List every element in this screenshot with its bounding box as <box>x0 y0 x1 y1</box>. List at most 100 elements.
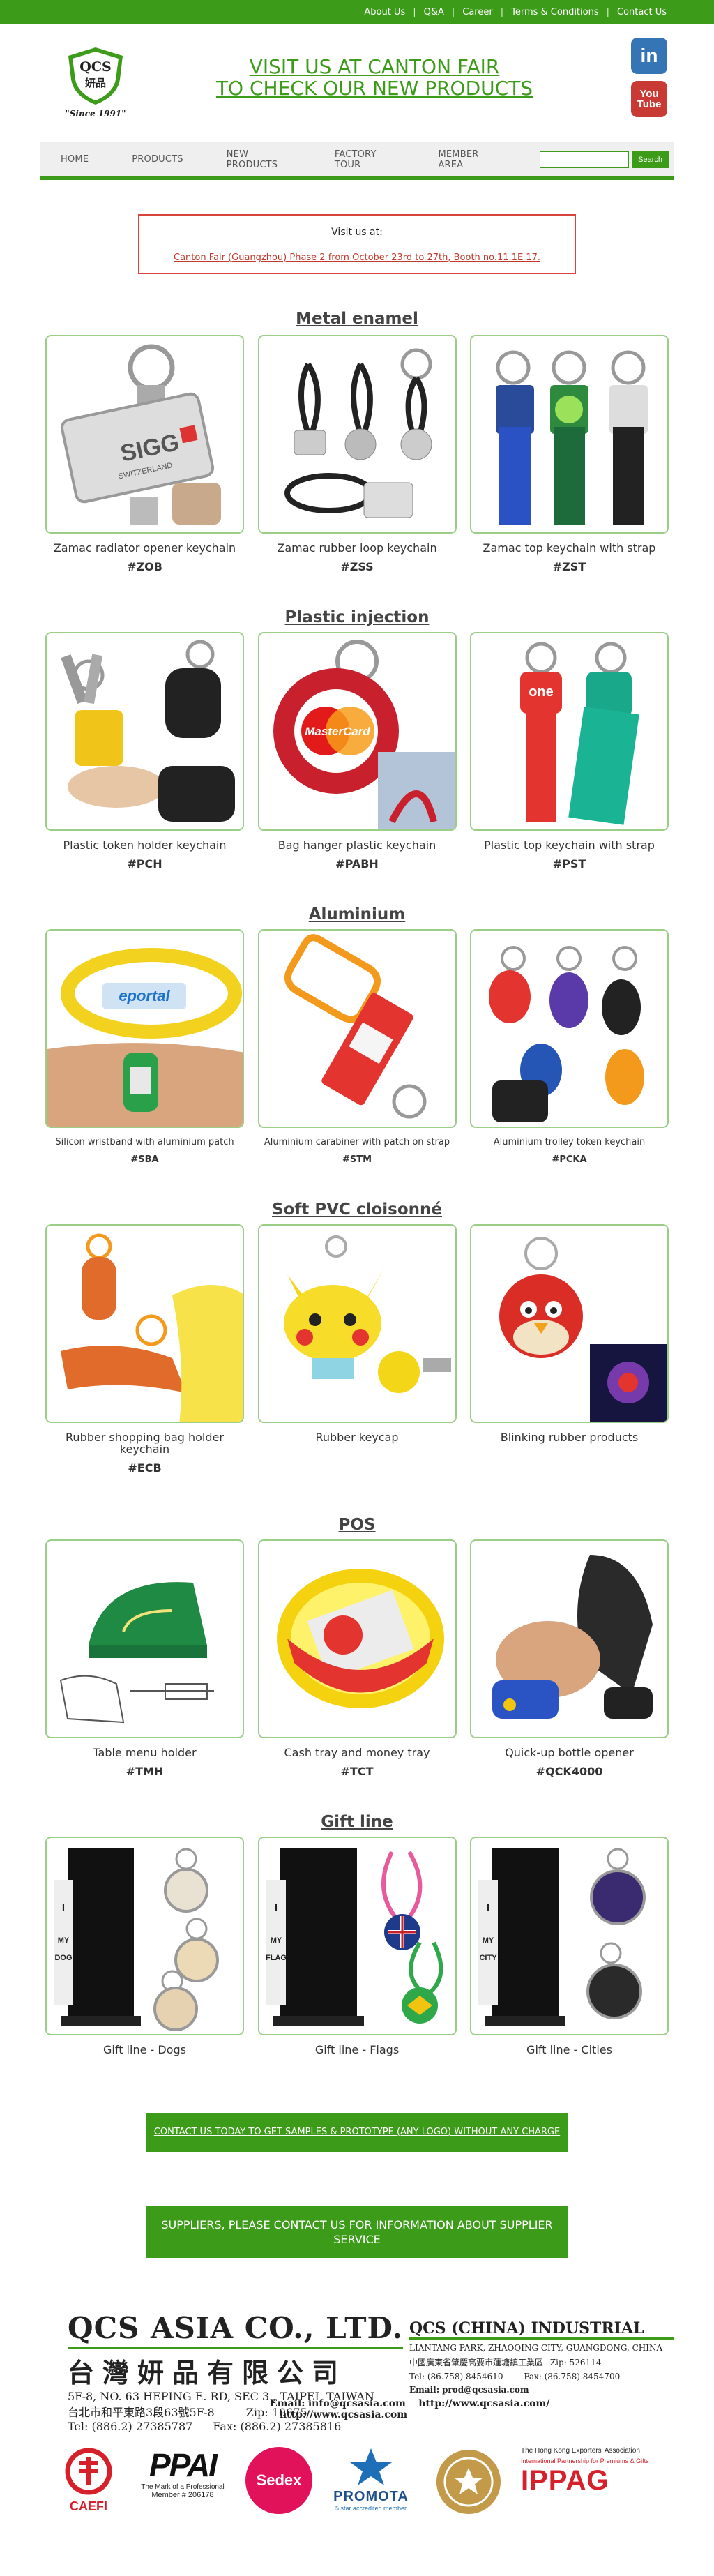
top-link-contact[interactable]: Contact Us <box>609 7 674 17</box>
blinking-rubber-image <box>499 1237 667 1422</box>
product-grid: Rubber shopping bag holder keychain #ECB <box>40 1224 674 1475</box>
product-image[interactable]: SIGG SWITZERLAND <box>45 335 244 534</box>
product-image[interactable]: I MY FLAG <box>257 1837 457 2035</box>
logo[interactable]: QCS 妍品 "Since 1991" <box>61 45 130 119</box>
product-grid: Plastic token holder keychain #PCH Maste… <box>40 632 674 871</box>
silicon-wristband-image: eportal <box>47 931 243 1127</box>
section-title[interactable]: Soft PVC cloisonné <box>40 1197 674 1222</box>
promota-logo[interactable]: PROMOTA 5 star accredited member <box>326 2447 416 2512</box>
aluminium-carabiner-image <box>284 934 426 1119</box>
suppliers-cta-button[interactable]: SUPPLIERS, PLEASE CONTACT US FOR INFORMA… <box>146 2206 568 2258</box>
footer-email-row: Email: info@qcsasia.com http://www.qcsas… <box>270 2398 550 2420</box>
section-title[interactable]: Gift line <box>40 1809 674 1835</box>
product-card[interactable]: Blinking rubber products <box>470 1224 669 1475</box>
search-button[interactable]: Search <box>632 151 669 168</box>
product-name: Silicon wristband with aluminium patch <box>55 1137 234 1147</box>
product-image[interactable] <box>470 1224 669 1423</box>
section-soft-pvc: Soft PVC cloisonné Rubber shopping bag h… <box>40 1197 674 1475</box>
nav-products[interactable]: PRODUCTS <box>132 154 183 165</box>
product-card[interactable]: MasterCard Bag hanger plastic keychain #… <box>257 632 457 871</box>
section-title[interactable]: Plastic injection <box>40 605 674 630</box>
product-image[interactable] <box>257 1224 457 1423</box>
product-card[interactable]: one Plastic top keychain with strap #PST <box>470 632 669 871</box>
gift-flags-image: I MY FLAG <box>266 1848 443 2026</box>
caefi-logo[interactable]: CAEFI <box>54 2447 123 2514</box>
footer-web-link[interactable]: http://www.qcsasia.com/ <box>418 2398 549 2409</box>
product-image[interactable]: I MY DOG <box>45 1837 244 2035</box>
visit-link[interactable]: Canton Fair (Guangzhou) Phase 2 from Oct… <box>139 253 575 263</box>
samples-cta-button[interactable]: CONTACT US TODAY TO GET SAMPLES & PROTOT… <box>146 2113 568 2152</box>
ppai-logo[interactable]: PPAI The Mark of a Professional Member #… <box>134 2447 231 2499</box>
product-code: #SBA <box>130 1154 159 1165</box>
search-input[interactable] <box>540 151 630 168</box>
product-image[interactable] <box>257 1539 457 1738</box>
top-links: About Us | Q&A | Career | Terms & Condition… <box>356 7 674 17</box>
quick-up-opener-image <box>492 1555 653 1719</box>
footer-china-email-link[interactable]: prod@qcsasia.com <box>442 2385 529 2395</box>
ippag-logo[interactable]: The Hong Kong Exporters' Association Int… <box>521 2447 667 2496</box>
top-link-career[interactable]: Career <box>455 7 500 17</box>
footer-china-address: LIANTANG PARK, ZHAOQING CITY, GUANGDONG,… <box>409 2343 663 2353</box>
footer-email-link[interactable]: info@qcsasia.com <box>308 2398 406 2409</box>
product-code: #QCK4000 <box>536 1765 603 1778</box>
footer-company-name: QCS ASIA CO., LTD. <box>68 2311 404 2349</box>
product-name: Zamac top keychain with strap <box>483 541 656 555</box>
product-card[interactable]: Table menu holder #TMH <box>45 1539 244 1778</box>
product-card[interactable]: Zamac rubber loop keychain #ZSS <box>257 335 457 573</box>
nav-new-products[interactable]: NEW PRODUCTS <box>227 149 291 170</box>
aluminium-trolley-token-image <box>489 946 644 1122</box>
visit-notice: Visit us at: Canton Fair (Guangzhou) Pha… <box>138 214 576 274</box>
top-link-terms[interactable]: Terms & Conditions <box>503 7 607 17</box>
product-card[interactable]: SIGG SWITZERLAND Zamac radiator opener k… <box>45 335 244 573</box>
product-image[interactable]: eportal <box>45 929 244 1128</box>
product-card[interactable]: eportal Silicon wristband with aluminium… <box>45 929 244 1165</box>
product-image[interactable] <box>470 335 669 534</box>
product-card[interactable]: Plastic token holder keychain #PCH <box>45 632 244 871</box>
svg-text:I: I <box>487 1902 489 1914</box>
product-card[interactable]: Rubber shopping bag holder keychain #ECB <box>45 1224 244 1475</box>
product-card[interactable]: I MY CITY Gift line - Cities <box>470 1837 669 2062</box>
product-name: Aluminium carabiner with patch on strap <box>264 1137 450 1147</box>
top-link-qa[interactable]: Q&A <box>416 7 452 17</box>
product-image[interactable] <box>257 929 457 1128</box>
nav-member-area[interactable]: MEMBER AREA <box>438 149 496 170</box>
product-card[interactable]: Aluminium trolley token keychain #PCKA <box>470 929 669 1165</box>
headline[interactable]: VISIT US AT CANTON FAIR TO CHECK OUR NEW… <box>179 56 570 99</box>
top-link-about[interactable]: About Us <box>356 7 413 17</box>
product-card[interactable]: Rubber keycap <box>257 1224 457 1475</box>
product-image[interactable] <box>470 929 669 1128</box>
product-image[interactable] <box>45 632 244 831</box>
product-image[interactable] <box>45 1539 244 1738</box>
product-code: #ECB <box>128 1461 162 1475</box>
product-card[interactable]: Aluminium carabiner with patch on strap … <box>257 929 457 1165</box>
product-card[interactable]: I MY FLAG Gift line - Flags <box>257 1837 457 2062</box>
section-title[interactable]: POS <box>40 1512 674 1537</box>
section-title[interactable]: Metal enamel <box>40 306 674 331</box>
product-image[interactable]: I MY CITY <box>470 1837 669 2035</box>
linkedin-icon[interactable]: in <box>631 38 667 74</box>
svg-text:MY: MY <box>270 1936 282 1945</box>
footer-china-web-link[interactable]: http://www.qcsasia.com <box>280 2409 407 2420</box>
sedex-logo[interactable]: Sedex <box>245 2447 315 2514</box>
product-image[interactable]: one <box>470 632 669 831</box>
section-title[interactable]: Aluminium <box>40 902 674 927</box>
product-code: #TCT <box>340 1765 374 1778</box>
nav-home[interactable]: HOME <box>61 154 89 165</box>
product-card[interactable]: Cash tray and money tray #TCT <box>257 1539 457 1778</box>
product-image[interactable] <box>45 1224 244 1423</box>
product-code: #ZST <box>552 560 586 573</box>
product-card[interactable]: Zamac top keychain with strap #ZST <box>470 335 669 573</box>
product-grid: Table menu holder #TMH Cash tray and mon… <box>40 1539 674 1778</box>
audit-seal-logo[interactable] <box>430 2447 507 2520</box>
product-card[interactable]: I MY DOG Gift line - Dogs <box>45 1837 244 2062</box>
product-code: #PABH <box>335 857 379 871</box>
product-image[interactable]: MasterCard <box>257 632 457 831</box>
member-logos: CAEFI PPAI The Mark of a Professional Me… <box>54 2447 667 2524</box>
section-plastic-injection: Plastic injection Plastic token holder k… <box>40 605 674 871</box>
product-image[interactable] <box>257 335 457 534</box>
product-image[interactable] <box>470 1539 669 1738</box>
youtube-icon[interactable]: You Tube <box>631 81 667 117</box>
product-grid: I MY DOG Gift line - Dogs I MY FLAG Gift… <box>40 1837 674 2062</box>
nav-factory-tour[interactable]: FACTORY TOUR <box>335 149 395 170</box>
product-card[interactable]: Quick-up bottle opener #QCK4000 <box>470 1539 669 1778</box>
